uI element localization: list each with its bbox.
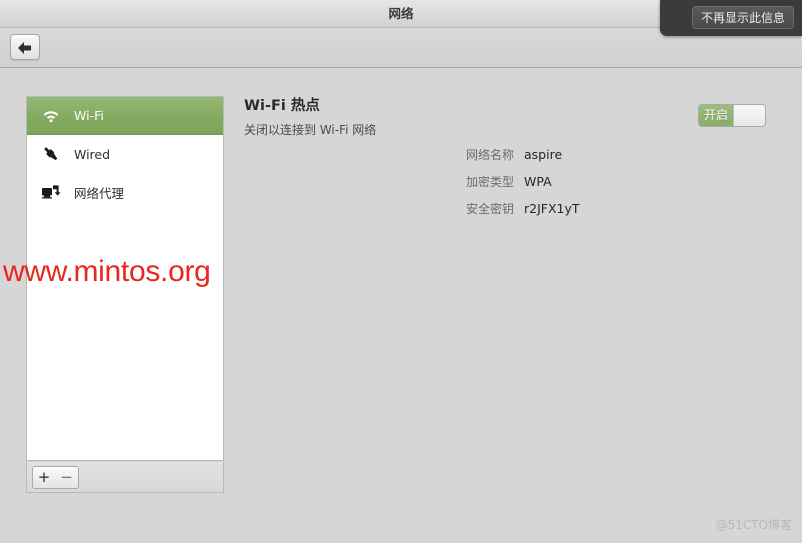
detail-value: r2JFX1yT	[524, 201, 580, 216]
connection-list-actions: + −	[26, 462, 224, 493]
connection-list: Wi-Fi Wired 网络代理	[26, 96, 224, 461]
wifi-icon	[40, 105, 62, 127]
remove-connection-button[interactable]: −	[55, 466, 79, 489]
corner-watermark: @51CTO博客	[715, 518, 792, 532]
detail-value: WPA	[524, 174, 552, 189]
network-settings-window: 网络 不再显示此信息 Wi-Fi Wired 网络代理 + − Wi-Fi 热点…	[0, 0, 802, 543]
hotspot-panel: Wi-Fi 热点 关闭以连接到 Wi-Fi 网络 开启 网络名称 aspire …	[244, 96, 784, 216]
hotspot-toggle[interactable]: 开启	[698, 104, 766, 127]
detail-row: 加密类型 WPA	[452, 173, 580, 200]
detail-label: 网络名称	[465, 148, 514, 162]
add-connection-button[interactable]: +	[32, 466, 56, 489]
sidebar-item-network-proxy[interactable]: 网络代理	[27, 173, 223, 211]
sidebar-item-label: Wired	[74, 146, 111, 162]
detail-label: 加密类型	[465, 175, 514, 189]
hotspot-toggle-knob[interactable]	[733, 105, 765, 126]
sidebar-item-wifi[interactable]: Wi-Fi	[27, 97, 223, 135]
detail-label: 安全密钥	[465, 202, 514, 216]
detail-row: 网络名称 aspire	[452, 146, 580, 173]
network-proxy-icon	[40, 181, 62, 203]
ethernet-plug-icon	[40, 143, 62, 165]
hotspot-details: 网络名称 aspire 加密类型 WPA 安全密钥 r2JFX1yT	[452, 146, 580, 227]
sidebar-item-label: Wi-Fi	[74, 108, 104, 123]
back-button[interactable]	[10, 34, 40, 60]
back-arrow-icon	[11, 41, 39, 55]
dismiss-notification-button[interactable]: 不再显示此信息	[691, 6, 794, 29]
notification-overlay: 不再显示此信息	[660, 0, 802, 36]
detail-row: 安全密钥 r2JFX1yT	[452, 200, 580, 227]
hotspot-toggle-state-label: 开启	[699, 105, 733, 126]
detail-value: aspire	[524, 147, 563, 162]
sidebar-item-wired[interactable]: Wired	[27, 135, 223, 173]
sidebar-item-label: 网络代理	[74, 185, 125, 201]
